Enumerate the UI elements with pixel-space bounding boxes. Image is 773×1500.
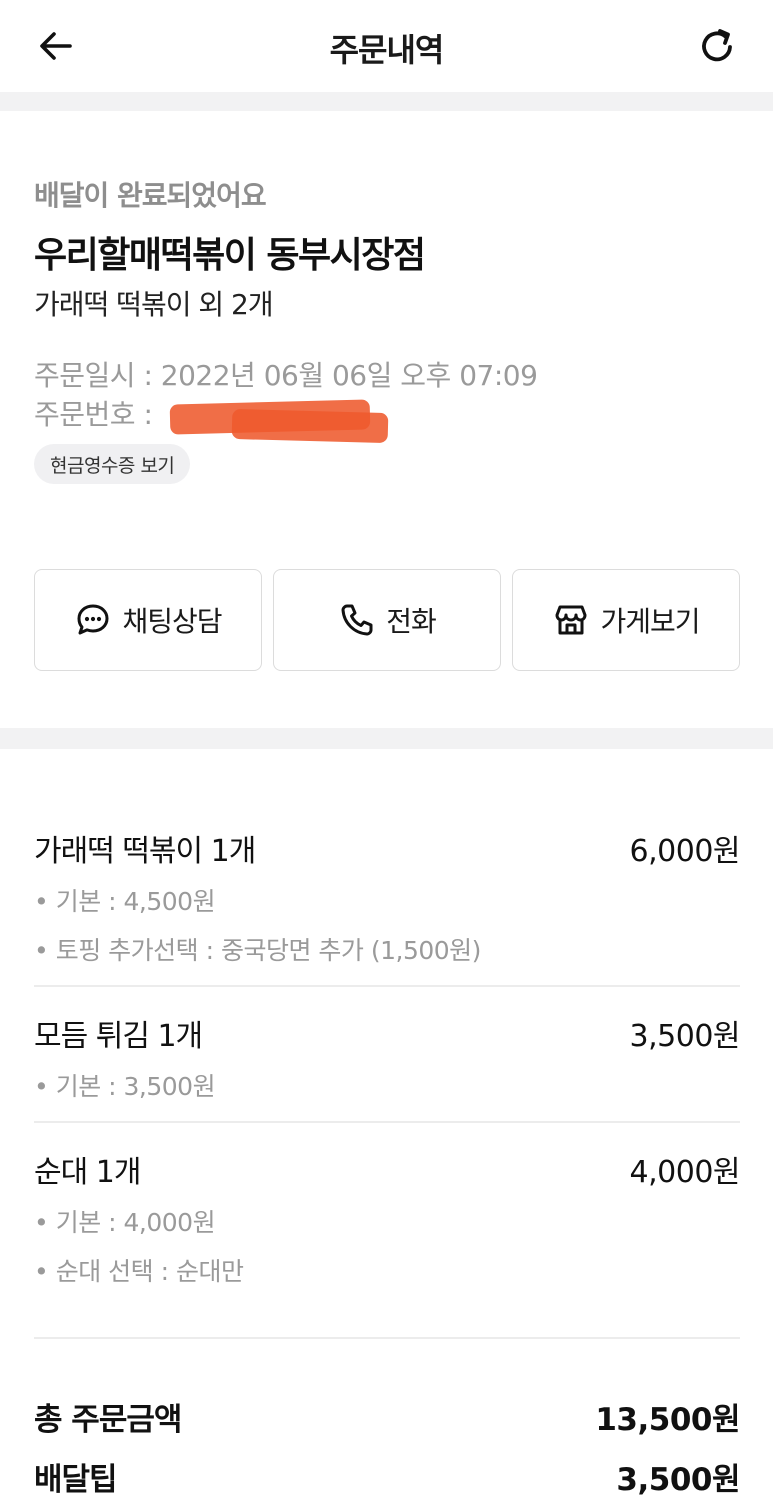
order-item: 모듬 튀김 1개 3,500원 • 기본 : 3,500원: [34, 1011, 741, 1101]
call-button[interactable]: 전화: [273, 569, 501, 671]
item-option: • 기본 : 4,500원: [34, 887, 216, 916]
cash-receipt-button[interactable]: 현금영수증 보기: [34, 444, 191, 484]
store-name: 우리할매떡볶이 동부시장점: [34, 235, 426, 276]
item-option: • 기본 : 4,000원: [34, 1208, 216, 1237]
item-option: • 기본 : 3,500원: [34, 1072, 216, 1101]
order-number: 주문번호 :: [34, 398, 153, 431]
refresh-button[interactable]: [695, 24, 739, 68]
item-name: 순대 1개: [34, 1155, 141, 1190]
item-price: 6,000원: [629, 834, 741, 869]
item-option: • 토핑 추가선택 : 중국당면 추가 (1,500원): [34, 936, 481, 965]
order-date: 주문일시 : 2022년 06월 06일 오후 07:09: [34, 359, 538, 392]
order-item: 가래떡 떡볶이 1개 6,000원 • 기본 : 4,500원 • 토핑 추가선…: [34, 826, 741, 966]
top-app-bar: 주문내역: [0, 0, 773, 92]
item-name: 모듬 튀김 1개: [34, 1019, 203, 1054]
divider: [34, 1337, 740, 1339]
item-price: 4,000원: [629, 1155, 741, 1190]
item-price: 3,500원: [629, 1019, 741, 1054]
redaction-mark: [231, 408, 389, 444]
order-item: 순대 1개 4,000원 • 기본 : 4,000원 • 순대 선택 : 순대만: [34, 1147, 741, 1287]
order-total-label: 총 주문금액: [34, 1402, 182, 1438]
phone-icon: [338, 601, 376, 639]
chat-bubble-icon: [74, 601, 112, 639]
item-name: 가래떡 떡볶이 1개: [34, 834, 256, 869]
chat-consult-label: 채팅상담: [122, 605, 222, 638]
delivery-status: 배달이 완료되었어요: [34, 179, 267, 212]
call-label: 전화: [386, 605, 437, 638]
section-divider: [0, 728, 773, 749]
divider: [34, 985, 740, 987]
section-divider: [0, 92, 773, 111]
store-icon: [552, 601, 590, 639]
delivery-tip-label: 배달팁: [34, 1462, 118, 1498]
item-option: • 순대 선택 : 순대만: [34, 1257, 244, 1286]
order-summary: 가래떡 떡볶이 외 2개: [34, 288, 274, 321]
view-store-button[interactable]: 가게보기: [512, 569, 740, 671]
divider: [34, 1121, 740, 1123]
chat-consult-button[interactable]: 채팅상담: [34, 569, 262, 671]
order-total-row: 총 주문금액 13,500원: [34, 1394, 740, 1438]
delivery-tip-row: 배달팁 3,500원: [34, 1454, 740, 1498]
order-total-value: 13,500원: [595, 1402, 740, 1438]
page-title: 주문내역: [329, 31, 445, 69]
view-store-label: 가게보기: [600, 605, 700, 638]
refresh-icon: [702, 29, 732, 62]
delivery-tip-value: 3,500원: [616, 1462, 740, 1498]
